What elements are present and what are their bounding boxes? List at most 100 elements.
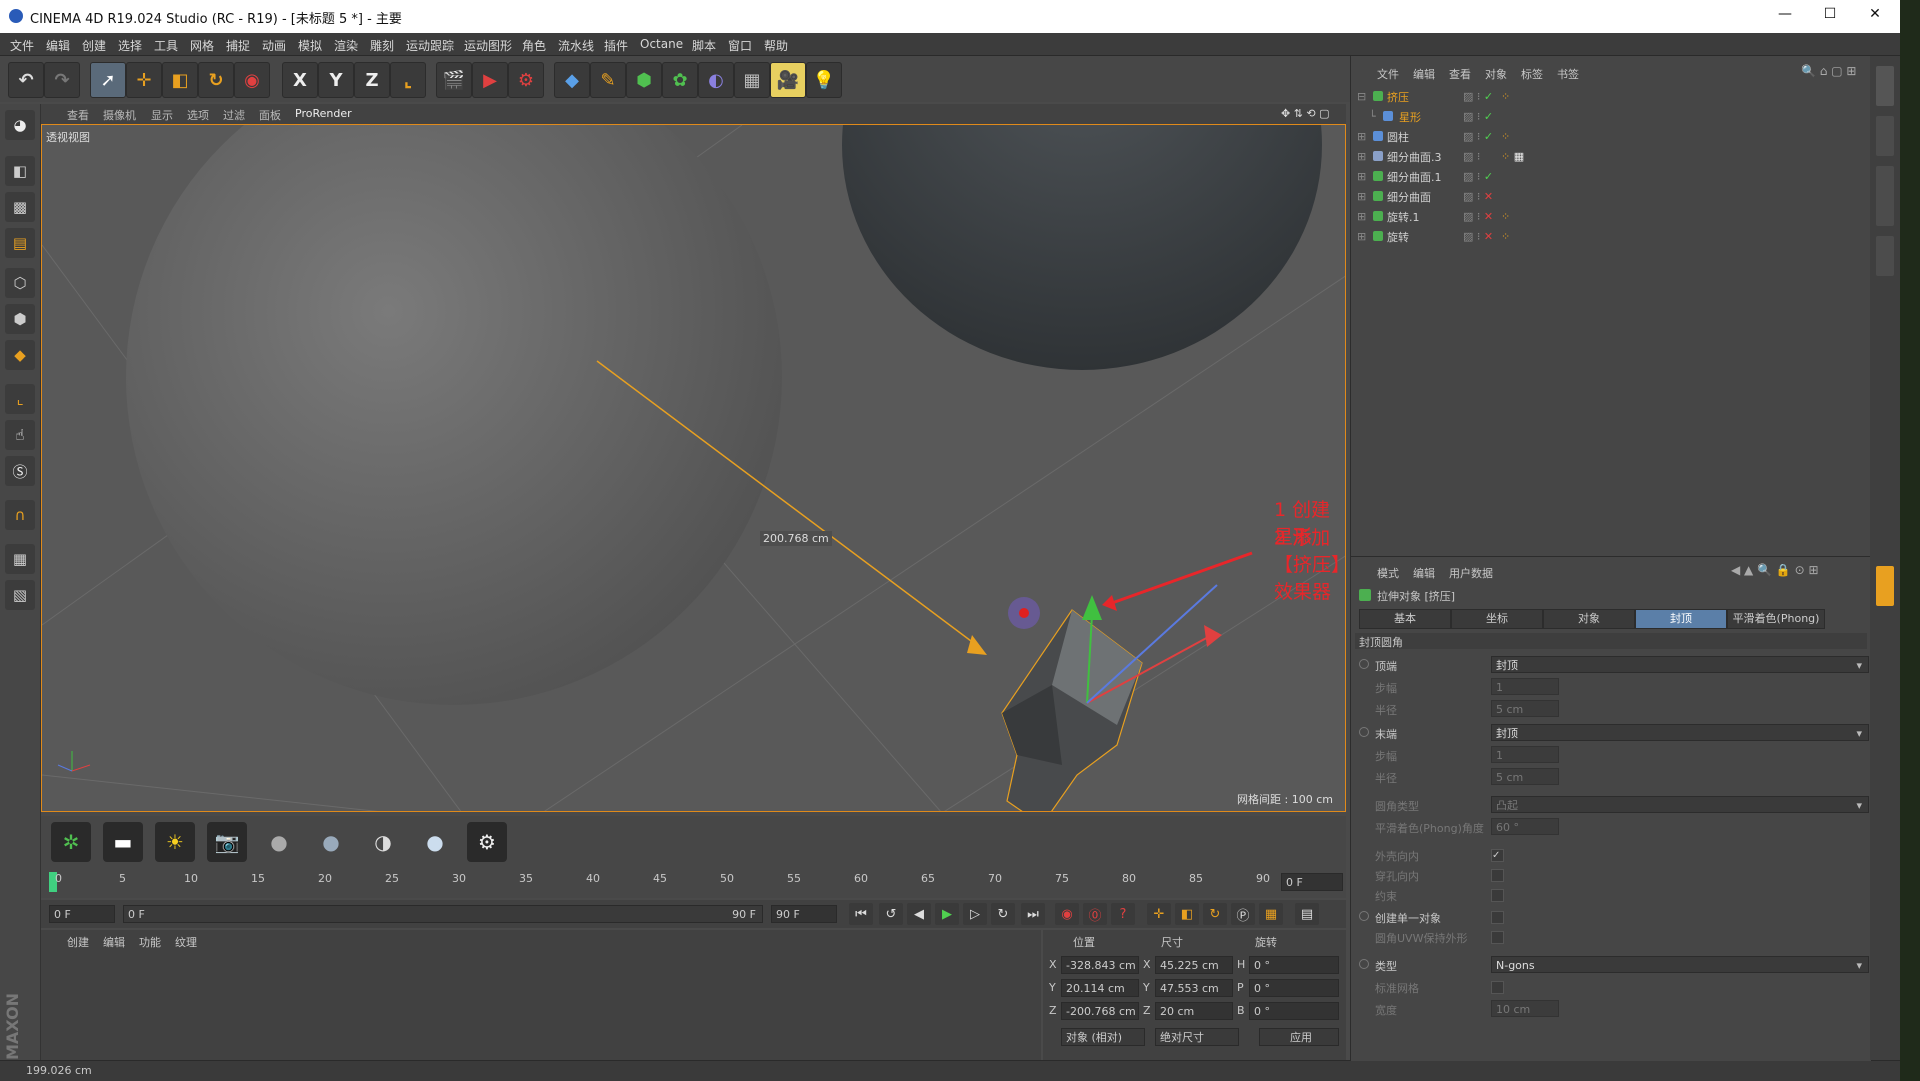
cloner-icon[interactable]: ✿ bbox=[662, 62, 698, 98]
menu-help[interactable]: 帮助 bbox=[764, 37, 788, 54]
edges-mode-icon[interactable]: ⬢ bbox=[5, 304, 35, 334]
snap-icon[interactable]: Ⓢ bbox=[5, 456, 35, 486]
om-menu-object[interactable]: 对象 bbox=[1485, 66, 1507, 82]
am-menu-mode[interactable]: 模式 bbox=[1377, 565, 1399, 581]
prev-key-icon[interactable]: ↺ bbox=[879, 903, 903, 925]
vp-menu-filter[interactable]: 过滤 bbox=[223, 107, 245, 123]
vp-menu-view[interactable]: 查看 bbox=[67, 107, 89, 123]
model-mode-icon[interactable]: ◧ bbox=[5, 156, 35, 186]
axis-mode-icon[interactable]: ⌞ bbox=[5, 384, 35, 414]
om-menu-tags[interactable]: 标签 bbox=[1521, 66, 1543, 82]
start-radius-field[interactable]: 5 cm bbox=[1491, 700, 1559, 717]
menu-snap[interactable]: 捕捉 bbox=[226, 37, 250, 54]
render-view-icon[interactable]: 🎬 bbox=[436, 62, 472, 98]
light-icon[interactable]: 💡 bbox=[806, 62, 842, 98]
side-tab-objects[interactable] bbox=[1876, 66, 1894, 106]
om-menu-file[interactable]: 文件 bbox=[1377, 66, 1399, 82]
menu-octane[interactable]: Octane bbox=[640, 37, 683, 51]
tab-caps[interactable]: 封顶 bbox=[1635, 609, 1727, 629]
phong-angle-field[interactable]: 60 ° bbox=[1491, 818, 1559, 835]
workplane-icon[interactable]: ▤ bbox=[5, 228, 35, 258]
menu-plugins[interactable]: 插件 bbox=[604, 37, 628, 54]
perspective-viewport[interactable]: 透视视图 200.768 cm 网格间距 : 100 cm 1 创建星形 2 添… bbox=[41, 124, 1346, 812]
glossy-material-icon[interactable]: ● bbox=[311, 822, 351, 862]
prev-frame-icon[interactable]: ◀ bbox=[907, 903, 931, 925]
subdivision-icon[interactable]: ⬢ bbox=[626, 62, 662, 98]
side-tab-content[interactable] bbox=[1876, 116, 1894, 156]
minimize-icon[interactable]: — bbox=[1770, 6, 1800, 26]
render-settings-icon[interactable]: ⚙ bbox=[508, 62, 544, 98]
object-row-extrude[interactable]: ⊟ 挤压 ▨ ⁝ ✓ ⁘ bbox=[1351, 86, 1871, 106]
start-cap-dropdown[interactable]: 封顶 bbox=[1491, 656, 1869, 674]
menu-script[interactable]: 脚本 bbox=[692, 37, 716, 54]
pos-x-field[interactable]: -328.843 cm bbox=[1061, 956, 1139, 974]
key-rotation-icon[interactable]: ↻ bbox=[1203, 903, 1227, 925]
type-dropdown[interactable]: N-gons bbox=[1491, 956, 1869, 974]
pen-icon[interactable]: ✎ bbox=[590, 62, 626, 98]
x-axis-lock-button[interactable]: X bbox=[282, 62, 318, 98]
move-icon[interactable]: ✛ bbox=[126, 62, 162, 98]
menu-mesh[interactable]: 网格 bbox=[190, 37, 214, 54]
timeline-ruler[interactable]: 0 5 10 15 20 25 30 35 40 45 50 55 60 65 … bbox=[41, 868, 1346, 898]
constrain-checkbox[interactable] bbox=[1491, 889, 1504, 902]
keyframe-selection-icon[interactable]: ? bbox=[1111, 903, 1135, 925]
object-row-star[interactable]: └ 星形 ▨ ⁝ ✓ bbox=[1351, 106, 1871, 126]
am-menu-userdata[interactable]: 用户数据 bbox=[1449, 565, 1493, 581]
menu-character[interactable]: 角色 bbox=[522, 37, 546, 54]
tweak-mode-icon[interactable]: ☝ bbox=[5, 420, 35, 450]
start-steps-field[interactable]: 1 bbox=[1491, 678, 1559, 695]
redo-icon[interactable]: ↷ bbox=[44, 62, 80, 98]
menu-mograph[interactable]: 运动图形 bbox=[464, 37, 512, 54]
om-menu-bookmarks[interactable]: 书签 bbox=[1557, 66, 1579, 82]
mat-menu-create[interactable]: 创建 bbox=[67, 934, 89, 950]
mat-menu-edit[interactable]: 编辑 bbox=[103, 934, 125, 950]
am-menu-edit[interactable]: 编辑 bbox=[1413, 565, 1435, 581]
area-light-icon[interactable]: ▬ bbox=[103, 822, 143, 862]
om-menu-edit[interactable]: 编辑 bbox=[1413, 66, 1435, 82]
am-nav-icons[interactable]: ◀ ▲ 🔍 🔒 ⊙ ⊞ bbox=[1731, 563, 1819, 577]
size-x-field[interactable]: 45.225 cm bbox=[1155, 956, 1233, 974]
texture-mode-icon[interactable]: ▩ bbox=[5, 192, 35, 222]
width-field[interactable]: 10 cm bbox=[1491, 1000, 1559, 1017]
end-steps-field[interactable]: 1 bbox=[1491, 746, 1559, 763]
vp-menu-options[interactable]: 选项 bbox=[187, 107, 209, 123]
tab-object[interactable]: 对象 bbox=[1543, 609, 1635, 629]
object-row-subdivision-3[interactable]: ⊞ 细分曲面.3 ▨ ⁝ ⁘ ▦ bbox=[1351, 146, 1871, 166]
menu-select[interactable]: 选择 bbox=[118, 37, 142, 54]
pointer-icon[interactable]: ➚ bbox=[90, 62, 126, 98]
key-scale-icon[interactable]: ◧ bbox=[1175, 903, 1199, 925]
rot-p-field[interactable]: 0 ° bbox=[1249, 979, 1339, 997]
om-menu-view[interactable]: 查看 bbox=[1449, 66, 1471, 82]
end-frame-field[interactable]: 90 F bbox=[771, 905, 837, 923]
key-param-icon[interactable]: Ⓟ bbox=[1231, 903, 1255, 925]
scale-icon[interactable]: ◧ bbox=[162, 62, 198, 98]
planar-workplane-icon[interactable]: ▧ bbox=[5, 580, 35, 610]
current-frame-field[interactable]: 0 F bbox=[1281, 873, 1343, 891]
menu-simulate[interactable]: 模拟 bbox=[298, 37, 322, 54]
hull-inward-checkbox[interactable]: ✓ bbox=[1491, 849, 1504, 862]
vp-menu-prorender[interactable]: ProRender bbox=[295, 107, 352, 120]
octane-settings-icon[interactable]: ⚙ bbox=[467, 822, 507, 862]
z-axis-lock-button[interactable]: Z bbox=[354, 62, 390, 98]
start-frame-field[interactable]: 0 F bbox=[49, 905, 115, 923]
pos-z-field[interactable]: -200.768 cm bbox=[1061, 1002, 1139, 1020]
menu-pipeline[interactable]: 流水线 bbox=[558, 37, 594, 54]
tab-basic[interactable]: 基本 bbox=[1359, 609, 1451, 629]
menu-sculpt[interactable]: 雕刻 bbox=[370, 37, 394, 54]
make-editable-icon[interactable]: ◕ bbox=[5, 110, 35, 140]
octane-camera-icon[interactable]: 📷 bbox=[207, 822, 247, 862]
object-row-lathe-1[interactable]: ⊞ 旋转.1 ▨ ⁝ ✕ ⁘ bbox=[1351, 206, 1871, 226]
single-object-checkbox[interactable] bbox=[1491, 911, 1504, 924]
go-to-start-icon[interactable]: ⏮ bbox=[849, 903, 873, 925]
end-cap-dropdown[interactable]: 封顶 bbox=[1491, 724, 1869, 742]
lock-workplane-icon[interactable]: ▦ bbox=[5, 544, 35, 574]
size-mode-dropdown[interactable]: 绝对尺寸 bbox=[1155, 1028, 1239, 1046]
range-slider[interactable]: 0 F 90 F bbox=[123, 905, 763, 923]
close-icon[interactable]: ✕ bbox=[1860, 6, 1890, 26]
apply-button[interactable]: 应用 bbox=[1259, 1028, 1339, 1046]
next-frame-icon[interactable]: ▷ bbox=[963, 903, 987, 925]
om-search-icons[interactable]: 🔍 ⌂ ▢ ⊞ bbox=[1801, 64, 1856, 78]
end-radius-field[interactable]: 5 cm bbox=[1491, 768, 1559, 785]
menu-animate[interactable]: 动画 bbox=[262, 37, 286, 54]
object-row-subdivision-1[interactable]: ⊞ 细分曲面.1 ▨ ⁝ ✓ bbox=[1351, 166, 1871, 186]
